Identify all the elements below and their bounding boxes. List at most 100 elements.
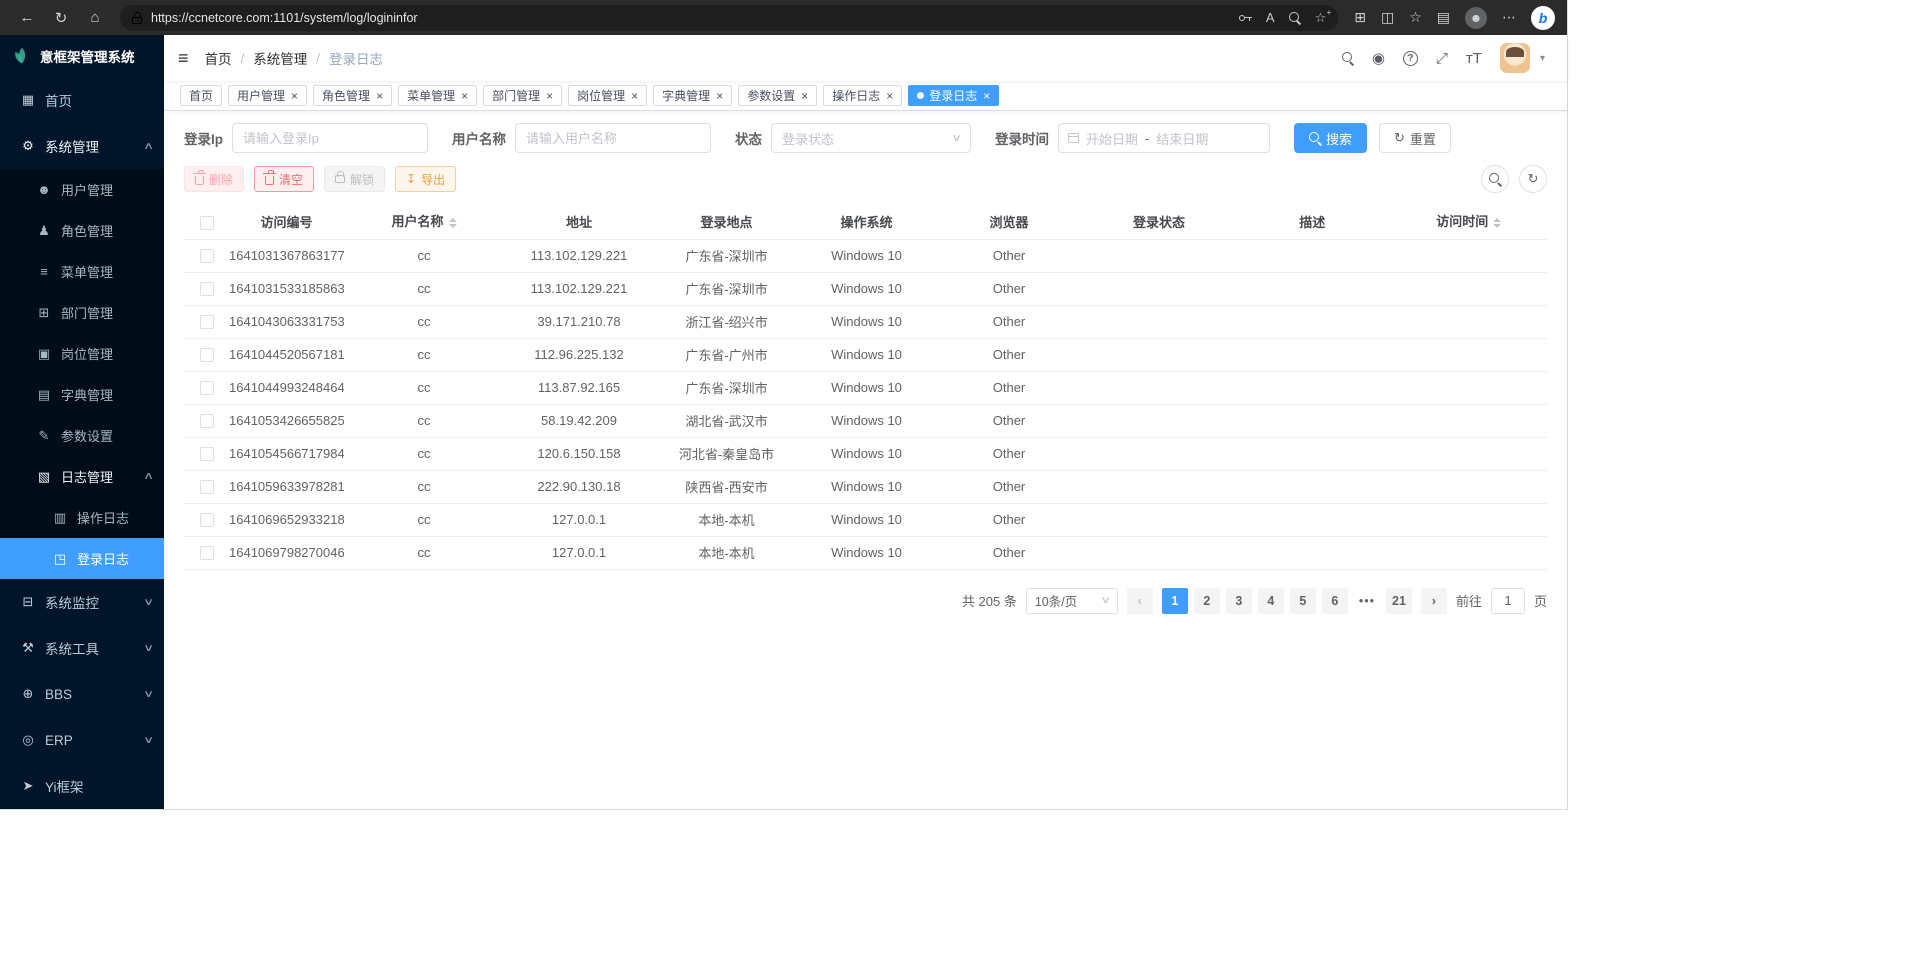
github-icon[interactable]: ◉ (1372, 49, 1385, 67)
col-address[interactable]: 地址 (504, 205, 654, 239)
sidebar-item-user-mgmt[interactable]: ☻ 用户管理 (0, 169, 164, 210)
sidebar-toggle-icon[interactable]: ≡ (178, 48, 189, 69)
table-row[interactable]: 1641031533185863680 cc 113.102.129.221 广… (184, 272, 1547, 305)
tab-dept-mgmt[interactable]: 部门管理 × (483, 85, 562, 106)
tab-role-mgmt[interactable]: 角色管理 × (313, 85, 392, 106)
page-button[interactable]: 6 (1322, 588, 1348, 614)
page-button[interactable]: 21 (1386, 588, 1412, 614)
col-login-location[interactable]: 登录地点 (654, 205, 799, 239)
export-button[interactable]: ↧ 导出 (395, 166, 456, 192)
login-time-range-picker[interactable]: 开始日期 - 结束日期 (1058, 123, 1270, 153)
browser-profile-icon[interactable]: ☻ (1465, 7, 1487, 29)
tab-close-icon[interactable]: × (886, 89, 893, 103)
sidebar-item-dict-mgmt[interactable]: ▤ 字典管理 (0, 374, 164, 415)
browser-refresh-button[interactable]: ↻ (46, 4, 76, 32)
tab-close-icon[interactable]: × (376, 89, 383, 103)
extensions-icon[interactable]: ⊞ (1354, 9, 1366, 26)
sidebar-item-operation-log[interactable]: ▥ 操作日志 (0, 497, 164, 538)
sort-caret-icon[interactable] (449, 214, 457, 232)
tab-close-icon[interactable]: × (716, 89, 723, 103)
fullscreen-icon[interactable]: ⤢ (1436, 50, 1448, 67)
col-os[interactable]: 操作系统 (799, 205, 934, 239)
breadcrumb-item[interactable]: 系统管理 (253, 48, 307, 68)
page-button[interactable]: 5 (1290, 588, 1316, 614)
hide-search-button[interactable] (1481, 165, 1509, 193)
row-checkbox[interactable] (200, 447, 214, 461)
search-button[interactable]: 搜索 (1294, 123, 1367, 153)
clear-button[interactable]: 清空 (254, 166, 314, 192)
col-visit-time[interactable]: 访问时间 (1391, 205, 1548, 239)
reset-button[interactable]: ↻ 重置 (1379, 123, 1451, 153)
tab-close-icon[interactable]: × (461, 89, 468, 103)
row-checkbox[interactable] (200, 414, 214, 428)
favorites-icon[interactable]: ☆ (1409, 9, 1422, 26)
sidebar-item-system-mgmt[interactable]: ⚙ 系统管理 ∧ (0, 123, 164, 169)
prev-page-button[interactable]: ‹ (1127, 588, 1153, 614)
breadcrumb-item[interactable]: 首页 (205, 48, 232, 68)
goto-page-input[interactable] (1491, 588, 1525, 614)
font-size-icon[interactable]: тT (1466, 50, 1482, 67)
next-page-button[interactable]: › (1421, 588, 1447, 614)
read-aloud-icon[interactable]: A (1266, 10, 1275, 25)
browser-menu-icon[interactable]: ⋯ (1502, 9, 1516, 26)
login-ip-input[interactable] (232, 123, 428, 153)
tab-close-icon[interactable]: × (546, 89, 553, 103)
browser-back-button[interactable]: ← (12, 4, 42, 32)
address-bar[interactable]: https://ccnetcore.com:1101/system/log/lo… (120, 5, 1338, 31)
row-checkbox[interactable] (200, 348, 214, 362)
row-checkbox[interactable] (200, 282, 214, 296)
sidebar-item-home[interactable]: ▦ 首页 (0, 77, 164, 123)
table-row[interactable]: 1641053426655825920 cc 58.19.42.209 湖北省-… (184, 404, 1547, 437)
col-visit-id[interactable]: 访问编号 (229, 205, 344, 239)
table-row[interactable]: 1641044993248464896 cc 113.87.92.165 广东省… (184, 371, 1547, 404)
sidebar-item-post-mgmt[interactable]: ▣ 岗位管理 (0, 333, 164, 374)
row-checkbox[interactable] (200, 480, 214, 494)
table-row[interactable]: 1641044520567181312 cc 112.96.225.132 广东… (184, 338, 1547, 371)
table-row[interactable]: 1641069652933218304 cc 127.0.0.1 本地-本机 W… (184, 503, 1547, 536)
sort-caret-icon[interactable] (1493, 214, 1501, 232)
split-screen-icon[interactable]: ◫ (1381, 9, 1394, 26)
tab-menu-mgmt[interactable]: 菜单管理 × (398, 85, 477, 106)
zoom-out-icon[interactable] (1289, 12, 1301, 24)
select-all-checkbox[interactable] (200, 216, 214, 230)
page-button[interactable]: 2 (1194, 588, 1220, 614)
tab-operation-log[interactable]: 操作日志 × (823, 85, 902, 106)
row-checkbox[interactable] (200, 381, 214, 395)
user-name-input[interactable] (515, 123, 711, 153)
sidebar-item-yi-framework[interactable]: ➤ Yi框架 (0, 763, 164, 809)
breadcrumb-item[interactable]: 登录日志 (329, 48, 383, 68)
tab-login-log[interactable]: 登录日志 × (908, 85, 999, 106)
table-row[interactable]: 1641054566717984768 cc 120.6.150.158 河北省… (184, 437, 1547, 470)
sidebar-item-param-settings[interactable]: ✎ 参数设置 (0, 415, 164, 456)
table-row[interactable]: 1641059633978281984 cc 222.90.130.18 陕西省… (184, 470, 1547, 503)
sidebar-item-login-log[interactable]: ◳ 登录日志 (0, 538, 164, 579)
sidebar-item-dept-mgmt[interactable]: ⊞ 部门管理 (0, 292, 164, 333)
row-checkbox[interactable] (200, 546, 214, 560)
tab-close-icon[interactable]: × (801, 89, 808, 103)
table-row[interactable]: 1641031367863177216 cc 113.102.129.221 广… (184, 239, 1547, 272)
col-description[interactable]: 描述 (1234, 205, 1391, 239)
page-button[interactable]: 4 (1258, 588, 1284, 614)
tab-user-mgmt[interactable]: 用户管理 × (228, 85, 307, 106)
page-button[interactable]: 1 (1162, 588, 1188, 614)
tab-home[interactable]: 首页 (180, 85, 222, 106)
sidebar-item-erp[interactable]: ◎ ERP ∨ (0, 717, 164, 763)
tab-close-icon[interactable]: × (631, 89, 638, 103)
sidebar-item-log-mgmt[interactable]: ▧ 日志管理 ∧ (0, 456, 164, 497)
row-checkbox[interactable] (200, 513, 214, 527)
tab-post-mgmt[interactable]: 岗位管理 × (568, 85, 647, 106)
bing-copilot-icon[interactable]: b (1531, 6, 1555, 30)
app-logo[interactable]: 意框架管理系统 (0, 35, 164, 77)
col-browser[interactable]: 浏览器 (934, 205, 1084, 239)
sidebar-item-system-monitor[interactable]: ⊟ 系统监控 ∨ (0, 579, 164, 625)
add-favorite-icon[interactable]: ☆+ (1315, 10, 1327, 26)
password-key-icon[interactable] (1239, 15, 1245, 21)
status-select[interactable]: 登录状态 ∨ (771, 123, 971, 153)
delete-button[interactable]: 删除 (184, 166, 244, 192)
table-row[interactable]: 1641069798270046208 cc 127.0.0.1 本地-本机 W… (184, 536, 1547, 569)
collections-icon[interactable]: ▤ (1437, 9, 1450, 26)
page-button[interactable]: 3 (1226, 588, 1252, 614)
page-size-select[interactable]: 10条/页 ∨ (1026, 588, 1118, 614)
row-checkbox[interactable] (200, 249, 214, 263)
sidebar-item-menu-mgmt[interactable]: ≡ 菜单管理 (0, 251, 164, 292)
